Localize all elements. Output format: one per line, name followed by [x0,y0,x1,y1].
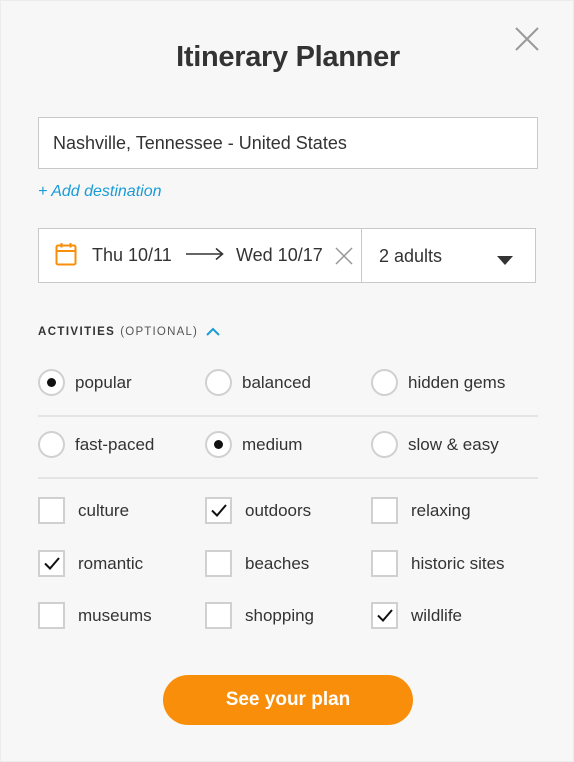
radio-slow-easy[interactable]: slow & easy [371,431,499,458]
guests-value: 2 adults [379,246,443,266]
divider [38,415,538,417]
radio-button[interactable] [38,431,65,458]
radio-label: medium [242,434,303,454]
checkmark-icon [211,504,227,517]
checkmark-icon [377,609,393,622]
radio-label: hidden gems [408,372,506,392]
radio-button[interactable] [205,369,232,396]
checkbox[interactable] [205,550,232,577]
radio-button[interactable] [38,369,65,396]
date-range-picker[interactable]: Thu 10/11 Wed 10/17 [39,229,362,282]
checkmark-icon [44,557,60,570]
destination-input[interactable] [38,117,538,169]
guests-select[interactable]: 2 adults [362,229,535,282]
radio-button[interactable] [205,431,232,458]
checkbox-label: shopping [245,605,315,625]
radio-fast-paced[interactable]: fast-paced [38,431,154,458]
date-guest-row: Thu 10/11 Wed 10/17 2 adults [38,228,536,283]
radio-label: popular [75,372,132,392]
radio-button[interactable] [371,431,398,458]
checkbox-label: romantic [78,553,144,573]
checkbox[interactable] [38,497,65,524]
checkbox[interactable] [371,550,398,577]
checkbox-romantic[interactable]: romantic [38,550,143,577]
checkbox[interactable] [371,497,398,524]
page-title: Itinerary Planner [176,41,400,73]
checkbox-historic-sites[interactable]: historic sites [371,550,505,577]
checkbox-outdoors[interactable]: outdoors [205,497,311,524]
see-your-plan-button[interactable]: See your plan [163,675,413,725]
checkbox-beaches[interactable]: beaches [205,550,309,577]
checkbox-museums[interactable]: museums [38,602,152,629]
checkbox-shopping[interactable]: shopping [205,602,314,629]
arrow-right-icon [186,247,224,266]
checkbox-wildlife[interactable]: wildlife [371,602,462,629]
planner-dialog: Itinerary Planner + Add destination Thu … [0,0,574,762]
radio-label: balanced [242,372,312,392]
radio-label: slow & easy [408,434,499,454]
end-date: Wed 10/17 [236,245,323,265]
activities-subtitle: (OPTIONAL) [120,326,199,338]
radio-button[interactable] [371,369,398,396]
checkbox-label: culture [78,500,130,520]
checkbox-relaxing[interactable]: relaxing [371,497,471,524]
divider [38,477,538,479]
add-destination-link[interactable]: + Add destination [38,183,162,201]
checkbox-label: beaches [245,553,310,573]
chevron-up-icon [206,323,220,341]
calendar-icon [55,242,77,271]
checkbox[interactable] [38,550,65,577]
activities-title: ACTIVITIES [38,326,116,338]
checkbox-culture[interactable]: culture [38,497,129,524]
checkbox-label: relaxing [411,500,471,520]
clear-icon[interactable] [335,247,353,270]
checkbox-label: historic sites [411,553,505,573]
start-date: Thu 10/11 [92,245,172,265]
checkbox[interactable] [205,497,232,524]
checkbox-label: museums [78,605,152,625]
radio-label: fast-paced [75,434,155,454]
checkbox[interactable] [38,602,65,629]
radio-balanced[interactable]: balanced [205,369,311,396]
caret-down-icon [497,252,513,270]
radio-popular[interactable]: popular [38,369,132,396]
radio-hidden-gems[interactable]: hidden gems [371,369,505,396]
activities-toggle[interactable]: ACTIVITIES (OPTIONAL) [38,323,220,341]
checkbox-label: outdoors [245,500,312,520]
checkbox[interactable] [371,602,398,629]
checkbox-label: wildlife [411,605,463,625]
radio-medium[interactable]: medium [205,431,302,458]
checkbox[interactable] [205,602,232,629]
